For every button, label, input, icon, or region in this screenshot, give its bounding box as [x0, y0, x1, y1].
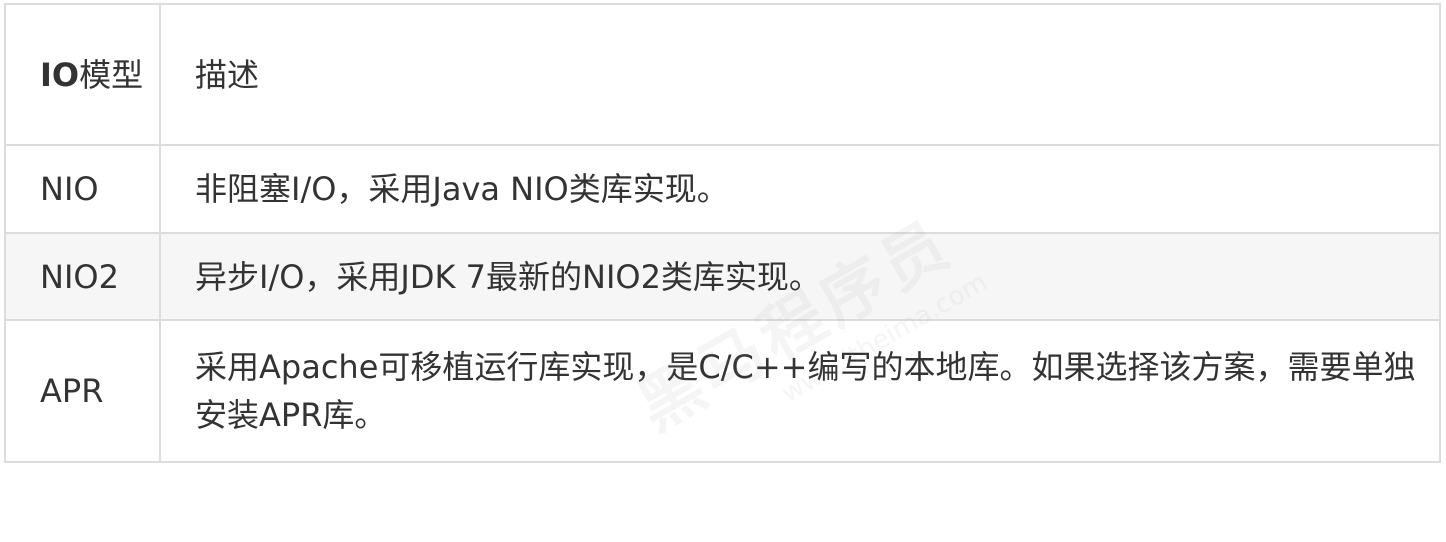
row-description-nio: 非阻塞I/O，采用Java NIO类库实现。 — [159, 144, 1441, 234]
table-row: APR 采用Apache可移植运行库实现，是C/C++编写的本地库。如果选择该方… — [4, 319, 1441, 463]
table-row: NIO 非阻塞I/O，采用Java NIO类库实现。 — [4, 144, 1441, 234]
row-description-nio2: 异步I/O，采用JDK 7最新的NIO2类库实现。 — [159, 232, 1441, 321]
table-row: NIO2 异步I/O，采用JDK 7最新的NIO2类库实现。 — [4, 232, 1441, 321]
row-model-nio: NIO — [4, 144, 161, 234]
row-model-nio2: NIO2 — [4, 232, 161, 321]
row-model-apr: APR — [4, 319, 161, 463]
header-io-model-rest: 模型 — [79, 55, 144, 94]
row-description-apr: 采用Apache可移植运行库实现，是C/C++编写的本地库。如果选择该方案，需要… — [159, 319, 1441, 463]
io-model-table: IO模型 描述 NIO 非阻塞I/O，采用Java NIO类库实现。 NIO2 … — [4, 3, 1441, 463]
table-header-row: IO模型 描述 — [4, 3, 1441, 146]
header-description: 描述 — [159, 3, 1441, 146]
header-io-model: IO模型 — [4, 3, 161, 146]
header-io-model-bold: IO — [40, 55, 80, 94]
